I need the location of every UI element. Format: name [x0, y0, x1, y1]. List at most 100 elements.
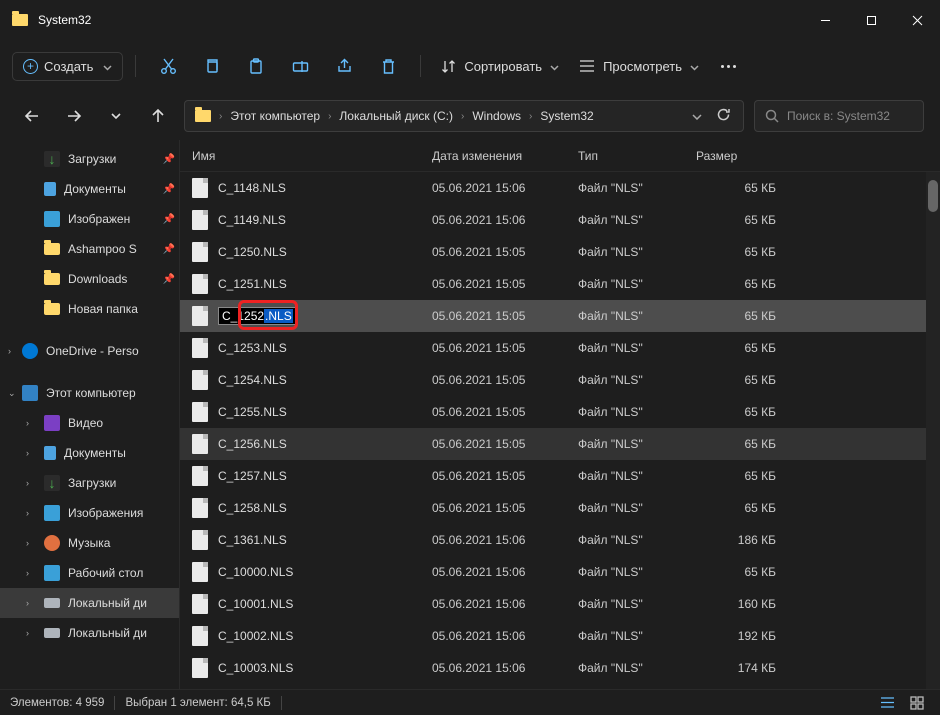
sidebar-item[interactable]: ›↓Загрузки: [0, 468, 179, 498]
breadcrumb[interactable]: › Этот компьютер › Локальный диск (C:) ›…: [184, 100, 744, 132]
icons-view-button[interactable]: [904, 693, 930, 713]
minimize-button[interactable]: [802, 0, 848, 40]
rename-input[interactable]: C_1252.NLS: [218, 307, 297, 325]
doc-icon: [44, 446, 56, 460]
file-row[interactable]: C_1149.NLS 05.06.2021 15:06 Файл "NLS" 6…: [180, 204, 940, 236]
file-type: Файл "NLS": [578, 373, 696, 387]
file-row[interactable]: C_1148.NLS 05.06.2021 15:06 Файл "NLS" 6…: [180, 172, 940, 204]
file-name: C_1148.NLS: [218, 181, 286, 195]
file-row[interactable]: C_1361.NLS 05.06.2021 15:06 Файл "NLS" 1…: [180, 524, 940, 556]
sidebar-item-thispc[interactable]: ⌄Этот компьютер: [0, 378, 179, 408]
breadcrumb-segment[interactable]: Локальный диск (C:): [335, 109, 457, 123]
recent-button[interactable]: [100, 100, 132, 132]
file-row[interactable]: C_1256.NLS 05.06.2021 15:05 Файл "NLS" 6…: [180, 428, 940, 460]
file-type: Файл "NLS": [578, 245, 696, 259]
file-list: C_1148.NLS 05.06.2021 15:06 Файл "NLS" 6…: [180, 172, 940, 689]
chevron-right-icon: ›: [26, 418, 29, 428]
file-type: Файл "NLS": [578, 533, 696, 547]
file-name: C_1251.NLS: [218, 277, 287, 291]
sidebar-item-label: OneDrive - Perso: [46, 344, 139, 358]
pin-icon: 📌: [163, 184, 175, 195]
scrollbar-thumb[interactable]: [928, 180, 938, 212]
file-size: 65 КБ: [696, 501, 776, 515]
file-icon: [192, 306, 208, 326]
paste-button[interactable]: [236, 48, 276, 84]
chevron-right-icon: ›: [26, 538, 29, 548]
sidebar-item[interactable]: ›Музыка: [0, 528, 179, 558]
file-row[interactable]: C_1257.NLS 05.06.2021 15:05 Файл "NLS" 6…: [180, 460, 940, 492]
selection-info: Выбран 1 элемент: 64,5 КБ: [125, 697, 270, 709]
cut-button[interactable]: [148, 48, 188, 84]
rename-button[interactable]: [280, 48, 320, 84]
file-row[interactable]: C_10001.NLS 05.06.2021 15:06 Файл "NLS" …: [180, 588, 940, 620]
breadcrumb-segment[interactable]: Windows: [468, 109, 525, 123]
close-button[interactable]: [894, 0, 940, 40]
sidebar-item[interactable]: ›Видео: [0, 408, 179, 438]
view-label: Просмотреть: [603, 59, 682, 74]
file-row[interactable]: C_1252.NLS 05.06.2021 15:05 Файл "NLS" 6…: [180, 300, 940, 332]
view-button[interactable]: Просмотреть: [571, 53, 707, 80]
sidebar-item[interactable]: ›Документы: [0, 438, 179, 468]
more-button[interactable]: [711, 59, 746, 74]
delete-button[interactable]: [368, 48, 408, 84]
file-row[interactable]: C_1250.NLS 05.06.2021 15:05 Файл "NLS" 6…: [180, 236, 940, 268]
column-name[interactable]: Имя: [192, 149, 432, 163]
file-date: 05.06.2021 15:06: [432, 565, 578, 579]
maximize-button[interactable]: [848, 0, 894, 40]
scrollbar[interactable]: [926, 172, 940, 689]
file-row[interactable]: C_10003.NLS 05.06.2021 15:06 Файл "NLS" …: [180, 652, 940, 684]
breadcrumb-segment[interactable]: Этот компьютер: [226, 109, 324, 123]
forward-button[interactable]: [58, 100, 90, 132]
sidebar-item[interactable]: ›Локальный ди: [0, 588, 179, 618]
file-type: Файл "NLS": [578, 469, 696, 483]
file-type: Файл "NLS": [578, 597, 696, 611]
file-type: Файл "NLS": [578, 309, 696, 323]
sidebar-item[interactable]: Новая папка: [0, 294, 179, 324]
back-button[interactable]: [16, 100, 48, 132]
sidebar-item[interactable]: ↓Загрузки📌: [0, 144, 179, 174]
search-input[interactable]: Поиск в: System32: [754, 100, 924, 132]
sidebar-item[interactable]: Изображен📌: [0, 204, 179, 234]
share-button[interactable]: [324, 48, 364, 84]
refresh-button[interactable]: [710, 107, 737, 125]
chevron-right-icon: ›: [527, 111, 534, 122]
sidebar-item[interactable]: ›Локальный ди: [0, 618, 179, 648]
pin-icon: 📌: [163, 154, 175, 165]
toolbar: + Создать Сортировать Просмотреть: [0, 40, 940, 92]
column-type[interactable]: Тип: [578, 149, 696, 163]
file-date: 05.06.2021 15:05: [432, 277, 578, 291]
file-row[interactable]: C_10000.NLS 05.06.2021 15:06 Файл "NLS" …: [180, 556, 940, 588]
file-size: 174 КБ: [696, 661, 776, 675]
sidebar-item[interactable]: Документы📌: [0, 174, 179, 204]
sidebar-item[interactable]: Ashampoo S📌: [0, 234, 179, 264]
sort-button[interactable]: Сортировать: [433, 53, 567, 80]
file-row[interactable]: C_1254.NLS 05.06.2021 15:05 Файл "NLS" 6…: [180, 364, 940, 396]
file-date: 05.06.2021 15:05: [432, 245, 578, 259]
file-row[interactable]: C_1251.NLS 05.06.2021 15:05 Файл "NLS" 6…: [180, 268, 940, 300]
column-date[interactable]: Дата изменения: [432, 149, 578, 163]
chevron-down-icon[interactable]: [692, 109, 702, 123]
file-size: 65 КБ: [696, 309, 776, 323]
sidebar-item[interactable]: Downloads📌: [0, 264, 179, 294]
sidebar-item-onedrive[interactable]: ›OneDrive - Perso: [0, 336, 179, 366]
file-row[interactable]: C_1253.NLS 05.06.2021 15:05 Файл "NLS" 6…: [180, 332, 940, 364]
file-row[interactable]: C_1255.NLS 05.06.2021 15:05 Файл "NLS" 6…: [180, 396, 940, 428]
file-row[interactable]: C_1258.NLS 05.06.2021 15:05 Файл "NLS" 6…: [180, 492, 940, 524]
file-icon: [192, 434, 208, 454]
file-type: Файл "NLS": [578, 213, 696, 227]
up-button[interactable]: [142, 100, 174, 132]
column-size[interactable]: Размер: [696, 149, 786, 163]
file-row[interactable]: C_10002.NLS 05.06.2021 15:06 Файл "NLS" …: [180, 620, 940, 652]
file-date: 05.06.2021 15:05: [432, 501, 578, 515]
details-view-button[interactable]: [874, 693, 900, 713]
new-button[interactable]: + Создать: [12, 52, 123, 81]
body: ↓Загрузки📌Документы📌Изображен📌Ashampoo S…: [0, 140, 940, 689]
sidebar-item[interactable]: ›Рабочий стол: [0, 558, 179, 588]
file-type: Файл "NLS": [578, 661, 696, 675]
file-name: C_1361.NLS: [218, 533, 287, 547]
file-icon: [192, 402, 208, 422]
sidebar-item[interactable]: ›Изображения: [0, 498, 179, 528]
chevron-right-icon: ›: [459, 111, 466, 122]
copy-button[interactable]: [192, 48, 232, 84]
breadcrumb-segment[interactable]: System32: [536, 109, 597, 123]
